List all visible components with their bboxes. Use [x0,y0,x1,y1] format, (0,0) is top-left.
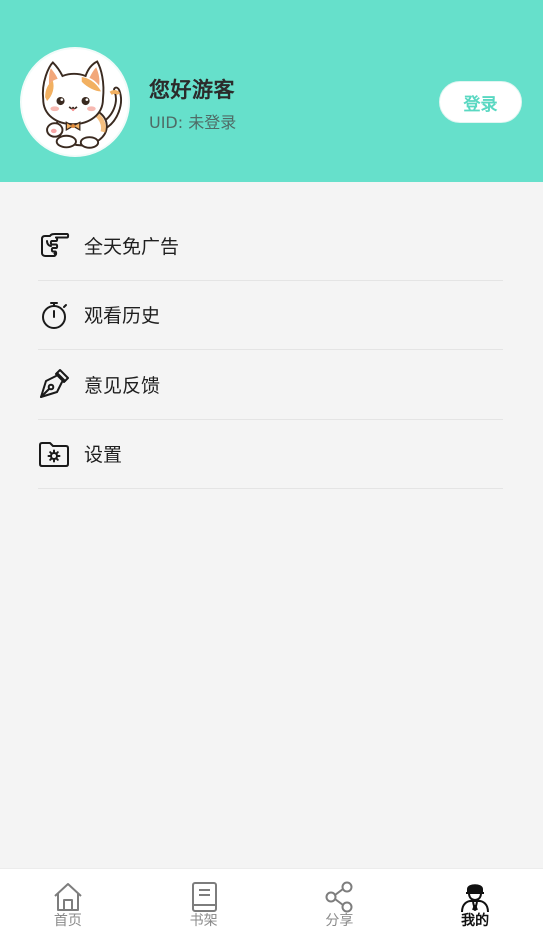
tab-mine[interactable]: 我的 [407,869,543,935]
pen-nib-icon [38,368,70,400]
tab-label: 分享 [325,913,354,929]
menu-item-settings[interactable]: 设置 [38,420,503,489]
tab-home[interactable]: 首页 [0,869,136,935]
profile-icon [461,884,490,913]
pointing-hand-icon [38,229,70,261]
menu-item-label: 意见反馈 [84,374,161,397]
cat-avatar-icon [41,60,122,149]
greeting-title: 您好游客 [149,78,235,102]
profile-header: 您好游客 UID: 未登录 登录 [0,0,543,182]
menu-list: 全天免广告 观看历史 意见反馈 设置 [38,211,503,489]
stopwatch-icon [38,299,70,331]
bottom-tab-bar: 首页 书架 分享 我的 [0,868,543,935]
login-button[interactable]: 登录 [439,81,522,123]
tab-bookshelf[interactable]: 书架 [136,869,272,935]
menu-item-label: 全天免广告 [84,235,180,258]
profile-screen: 您好游客 UID: 未登录 登录 全天免广告 观看历史 意见反馈 设置 首页 书… [0,0,543,935]
folder-gear-icon [38,438,70,470]
uid-text: UID: 未登录 [149,113,237,132]
tab-label: 我的 [461,913,490,929]
menu-item-ad-free[interactable]: 全天免广告 [38,211,503,281]
tab-share[interactable]: 分享 [272,869,408,935]
avatar[interactable] [20,47,130,157]
menu-item-feedback[interactable]: 意见反馈 [38,350,503,420]
book-icon [191,882,217,912]
tab-label: 书架 [189,913,218,929]
menu-item-label: 设置 [84,444,123,467]
share-icon [325,881,353,913]
menu-item-label: 观看历史 [84,305,161,328]
home-icon [54,883,82,911]
tab-label: 首页 [53,913,82,929]
menu-item-watch-history[interactable]: 观看历史 [38,281,503,350]
